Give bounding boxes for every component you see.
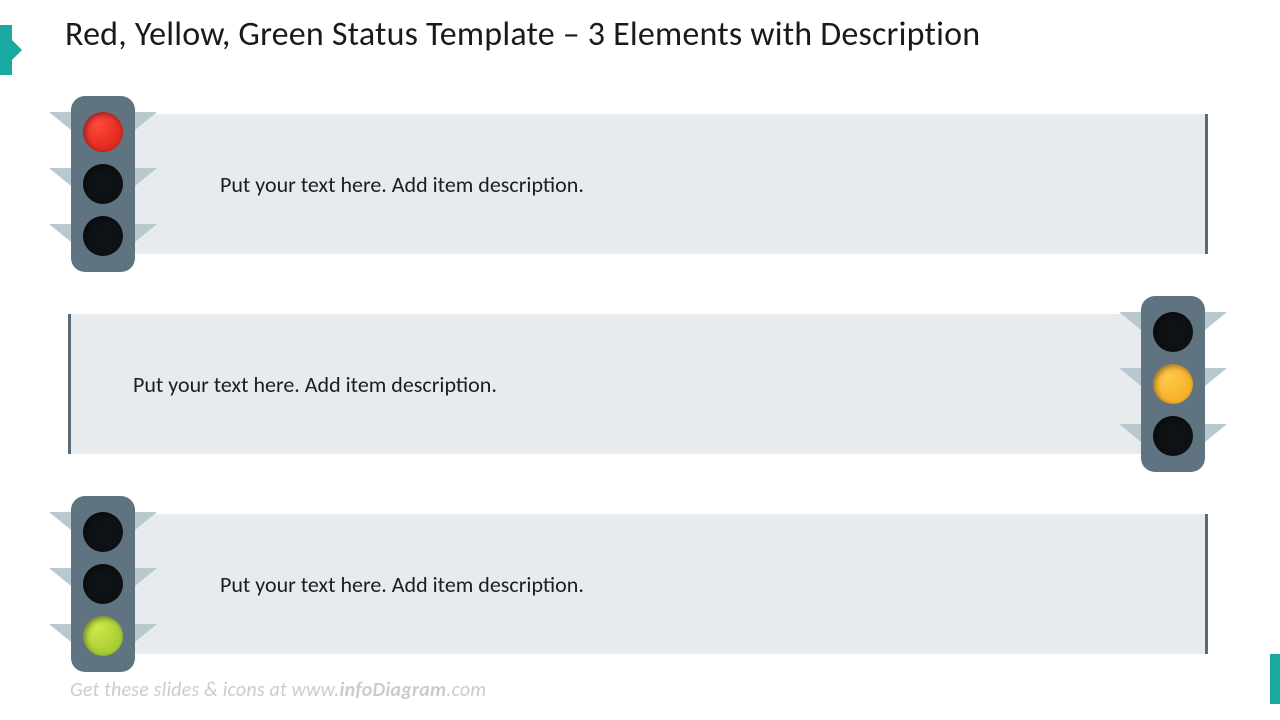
green-lens-icon [83, 616, 123, 656]
footer-brand: infoDiagram [340, 678, 447, 702]
red-lens-icon [83, 512, 123, 552]
status-bar: Put your text here. Add item description… [68, 314, 1166, 454]
status-text: Put your text here. Add item description… [220, 571, 584, 598]
footer-suffix: .com [446, 678, 486, 702]
accent-tab-left [0, 25, 12, 75]
red-lens-icon [83, 112, 123, 152]
status-bar: Put your text here. Add item description… [110, 114, 1208, 254]
status-row-yellow: Put your text here. Add item description… [68, 296, 1208, 468]
slide-title: Red, Yellow, Green Status Template – 3 E… [65, 14, 980, 55]
status-row-green: Put your text here. Add item description… [68, 496, 1208, 668]
red-lens-icon [1153, 312, 1193, 352]
yellow-lens-icon [1153, 364, 1193, 404]
traffic-light-icon [68, 96, 138, 272]
green-lens-icon [1153, 416, 1193, 456]
footer-attribution: Get these slides & icons at www.infoDiag… [70, 678, 486, 702]
footer-prefix: Get these slides & icons at www. [70, 678, 340, 702]
yellow-lens-icon [83, 564, 123, 604]
status-row-red: Put your text here. Add item description… [68, 96, 1208, 268]
accent-bar-right [1270, 654, 1280, 704]
traffic-light-icon [1138, 296, 1208, 472]
status-bar: Put your text here. Add item description… [110, 514, 1208, 654]
status-text: Put your text here. Add item description… [133, 371, 497, 398]
yellow-lens-icon [83, 164, 123, 204]
status-text: Put your text here. Add item description… [220, 171, 584, 198]
status-rows: Put your text here. Add item description… [68, 96, 1208, 696]
green-lens-icon [83, 216, 123, 256]
traffic-light-icon [68, 496, 138, 672]
